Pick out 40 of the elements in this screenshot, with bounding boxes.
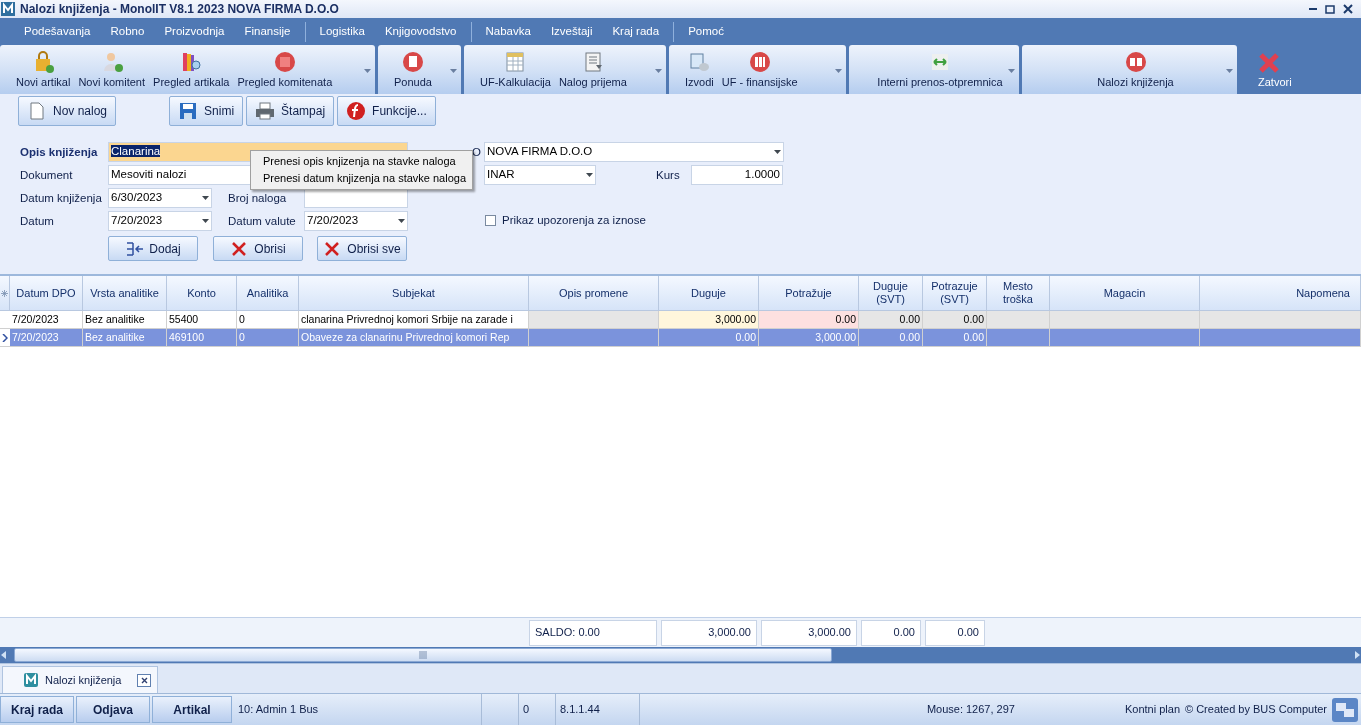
table-cell: 0.00	[759, 311, 859, 328]
field-label: Opis knjiženja	[20, 145, 98, 160]
field-label: Datum valute	[228, 214, 296, 229]
table-cell: 3,000.00	[759, 329, 859, 346]
tab-label: Nalozi knjiženja	[45, 672, 122, 688]
table-cell: 0	[237, 311, 299, 328]
table-cell: Obaveze za clanarinu Privrednoj komori Rep	[299, 329, 529, 346]
total-field: SALDO: 0.00	[529, 619, 657, 646]
status-text: Kontni plan	[1124, 702, 1180, 718]
table-cell: clanarina Privrednoj komori Srbije na zarade i	[299, 311, 529, 328]
table-cell: 469100	[167, 329, 237, 346]
table-cell: 3,000.00	[659, 311, 759, 328]
window-title: Nalozi knjiženja - MonolIT V8.1 2023 NOVA FIRMA D.O.O	[20, 1, 339, 18]
table-cell: Bez analitike	[83, 329, 167, 346]
table-cell: 0.00	[859, 311, 923, 328]
total-field: 3,000.00	[761, 619, 857, 646]
table-cell: 7/20/2023	[10, 329, 83, 346]
status-text: © Created by BUS Computer	[1185, 702, 1327, 718]
table-cell: 0.00	[923, 311, 987, 328]
table-cell: 0.00	[923, 329, 987, 346]
field-label: O	[472, 145, 481, 160]
total-field: 3,000.00	[661, 619, 757, 646]
field-label: Dokument	[20, 168, 73, 183]
total-field: 0.00	[861, 619, 921, 646]
total-field: 0.00	[925, 619, 985, 646]
table-cell: 0	[237, 329, 299, 346]
table-cell: 0.00	[659, 329, 759, 346]
table-cell: 7/20/2023	[10, 311, 83, 328]
field-label: Datum knjiženja	[20, 191, 102, 206]
table-cell: 55400	[167, 311, 237, 328]
status-text: 10: Admin 1 Bus	[234, 694, 482, 725]
status-text: 8.1.1.44	[556, 694, 640, 725]
status-text: Mouse: 1267, 297	[925, 702, 1016, 718]
field-label: Datum	[20, 214, 54, 229]
status-text: 0	[519, 694, 556, 725]
field-label: Kurs	[656, 168, 680, 183]
checkbox-label: Prikaz upozorenja za iznose	[502, 213, 646, 228]
field-label: Broj naloga	[228, 191, 287, 206]
table-cell: 0.00	[859, 329, 923, 346]
table-cell: Bez analitike	[83, 311, 167, 328]
